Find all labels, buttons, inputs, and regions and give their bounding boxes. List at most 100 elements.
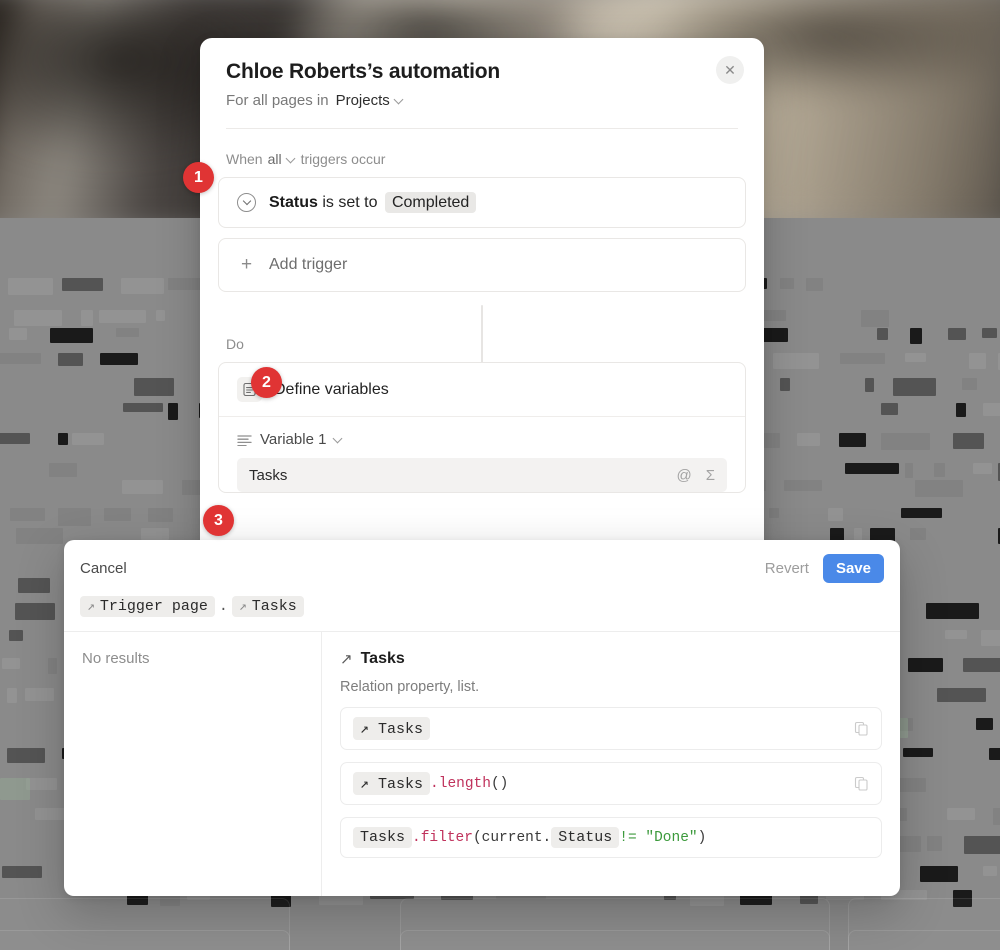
subtitle-prefix: For all pages in xyxy=(226,92,329,109)
background-text-block xyxy=(840,353,885,364)
suggestion-row[interactable]: Tasks .filter (current. Status != "Done") xyxy=(340,817,882,858)
background-text-block xyxy=(769,508,779,518)
background-text-block xyxy=(806,278,823,291)
suggestion-token: (current. xyxy=(472,829,552,846)
background-text-block xyxy=(953,433,984,449)
formula-input[interactable]: ↗ Trigger page. ↗ Tasks xyxy=(64,583,900,632)
variable-value-text: Tasks xyxy=(249,466,288,484)
do-section-label: Do xyxy=(200,336,764,352)
background-text-block xyxy=(62,278,103,291)
background-text-block xyxy=(983,866,997,876)
action-title: Define variables xyxy=(274,380,389,398)
background-text-block xyxy=(10,508,45,521)
trigger-scope-value[interactable]: all xyxy=(268,151,282,167)
trigger-section-label: When all triggers occur xyxy=(200,129,764,167)
formula-sigma-icon[interactable]: Σ xyxy=(706,467,715,484)
background-text-block xyxy=(58,433,68,445)
suggestion-token: != "Done" xyxy=(619,829,698,846)
step-badge-3: 3 xyxy=(203,505,234,536)
action-body: Variable 1 Tasks @ Σ xyxy=(219,417,745,492)
background-text-block xyxy=(983,403,1000,416)
suggestion-row[interactable]: ↗ Tasks xyxy=(340,707,882,750)
background-text-block xyxy=(141,528,169,540)
background-text-block xyxy=(839,433,866,447)
background-text-block xyxy=(901,508,942,518)
background-text-block xyxy=(81,310,93,326)
chevron-down-icon[interactable] xyxy=(287,154,296,163)
background-text-block xyxy=(861,310,889,327)
background-text-block xyxy=(845,463,899,474)
trigger-value-badge: Completed xyxy=(384,191,477,213)
variable-value-input[interactable]: Tasks @ Σ xyxy=(237,458,727,492)
action-card: Define variables Variable 1 Tasks @ Σ xyxy=(218,362,746,493)
background-text-block xyxy=(893,378,936,396)
background-text-block xyxy=(58,353,83,366)
trigger-property: Status xyxy=(269,193,318,211)
background-text-block xyxy=(99,310,146,323)
revert-button[interactable]: Revert xyxy=(765,560,809,577)
suggestion-row[interactable]: ↗ Tasks .length() xyxy=(340,762,882,805)
save-button[interactable]: Save xyxy=(822,554,884,583)
background-text-block xyxy=(7,748,45,763)
background-text-block xyxy=(982,328,997,338)
background-text-block xyxy=(2,658,20,669)
background-text-block xyxy=(937,688,986,702)
background-card xyxy=(0,930,290,950)
status-select-icon xyxy=(237,193,256,212)
background-text-block xyxy=(828,508,843,521)
copy-icon[interactable] xyxy=(854,721,869,736)
background-text-block xyxy=(123,403,163,412)
add-trigger-card[interactable]: + Add trigger xyxy=(218,238,746,292)
trigger-card[interactable]: Status is set to Completed xyxy=(218,177,746,228)
background-text-block xyxy=(784,480,822,491)
background-text-block xyxy=(168,403,178,420)
background-text-block xyxy=(881,433,930,450)
variable-name: Variable 1 xyxy=(260,431,327,448)
formula-editor-toolbar: Cancel Revert Save xyxy=(64,540,900,583)
background-text-block xyxy=(25,688,54,701)
background-text-block xyxy=(915,480,963,497)
cancel-button[interactable]: Cancel xyxy=(80,560,127,577)
background-text-block xyxy=(910,328,922,344)
close-icon[interactable]: ✕ xyxy=(716,56,744,84)
background-text-block xyxy=(780,278,794,289)
background-text-block xyxy=(927,836,942,851)
background-text-block xyxy=(947,808,975,820)
background-card xyxy=(400,930,830,950)
formula-chip-label: Tasks xyxy=(251,598,297,615)
background-text-block xyxy=(49,463,77,477)
background-text-block xyxy=(0,353,41,364)
action-header[interactable]: Define variables xyxy=(219,363,745,417)
trigger-row[interactable]: Status is set to Completed xyxy=(219,178,745,227)
background-text-block xyxy=(905,353,926,362)
add-trigger-button[interactable]: + Add trigger xyxy=(219,239,745,291)
copy-icon[interactable] xyxy=(854,776,869,791)
step-badge-2: 2 xyxy=(251,367,282,398)
formula-editor-body: No results ↗ Tasks Relation property, li… xyxy=(64,632,900,896)
background-text-block xyxy=(973,463,992,474)
database-selector[interactable]: Projects xyxy=(336,92,404,109)
background-text-block xyxy=(908,658,943,672)
background-text-block xyxy=(18,578,50,593)
background-text-block xyxy=(797,433,820,446)
step-badge-1: 1 xyxy=(183,162,214,193)
background-text-block xyxy=(910,528,926,540)
background-text-block xyxy=(877,328,888,340)
background-text-block xyxy=(121,278,164,294)
mention-icon[interactable]: @ xyxy=(676,467,691,484)
formula-chip[interactable]: ↗ Tasks xyxy=(231,596,304,617)
background-text-block xyxy=(8,278,53,295)
background-card xyxy=(848,930,1000,950)
text-lines-icon xyxy=(237,434,252,446)
variable-selector[interactable]: Variable 1 xyxy=(237,431,727,448)
background-text-block xyxy=(0,433,30,444)
background-text-block xyxy=(122,480,163,494)
screen: Chloe Roberts’s automation For all pages… xyxy=(0,0,1000,950)
suggestion-token: .length xyxy=(430,775,491,792)
background-text-block xyxy=(865,378,874,392)
background-text-block xyxy=(773,353,819,369)
background-text-block xyxy=(182,480,201,495)
detail-title-row: ↗ Tasks xyxy=(340,650,882,668)
formula-chip[interactable]: ↗ Trigger page xyxy=(80,596,215,617)
formula-editor-popup: Cancel Revert Save ↗ Trigger page. ↗ Tasks … xyxy=(64,540,900,896)
